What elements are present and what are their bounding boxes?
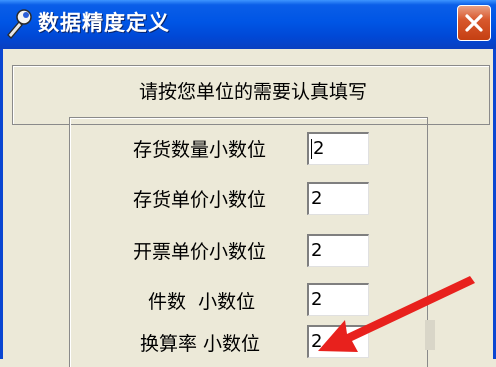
title-bar[interactable]: 数据精度定义 bbox=[0, 0, 496, 49]
inventory-quantity-decimals-label: 存货数量小数位 bbox=[133, 139, 267, 161]
inventory-unit-price-decimals-input[interactable]: 2 bbox=[307, 182, 369, 215]
red-arrow-icon bbox=[300, 268, 475, 363]
instruction-text: 请按您单位的需要认真填写 bbox=[138, 81, 367, 103]
inventory-quantity-decimals-input[interactable]: 2 bbox=[307, 132, 369, 165]
invoice-unit-price-decimals-label: 开票单价小数位 bbox=[133, 241, 267, 263]
piece-count-decimals-label: 件数 小数位 bbox=[148, 291, 256, 313]
inventory-unit-price-decimals-value: 2 bbox=[311, 188, 323, 209]
close-button[interactable] bbox=[457, 5, 491, 41]
window-title: 数据精度定义 bbox=[38, 11, 170, 35]
wrench-icon bbox=[4, 8, 34, 40]
invoice-unit-price-decimals-value: 2 bbox=[311, 240, 323, 261]
inventory-quantity-decimals-value: 2 bbox=[313, 138, 325, 159]
invoice-unit-price-decimals-input[interactable]: 2 bbox=[307, 234, 369, 267]
text-caret bbox=[311, 139, 312, 159]
close-icon bbox=[465, 14, 483, 32]
conversion-rate-decimals-label: 换算率 小数位 bbox=[140, 333, 261, 355]
inventory-unit-price-decimals-label: 存货单价小数位 bbox=[133, 189, 267, 211]
